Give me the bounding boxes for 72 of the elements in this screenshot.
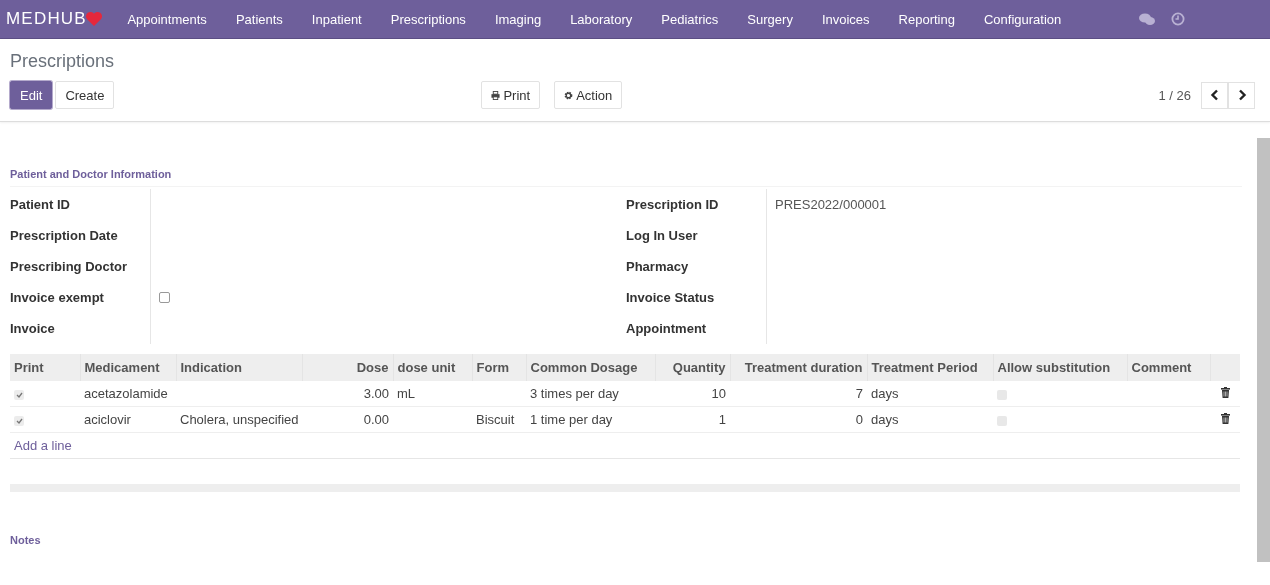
add-line-link[interactable]: Add a line [14, 438, 72, 453]
printer-icon [491, 90, 501, 100]
field-label: Prescription ID [626, 196, 720, 214]
table-cell: 10 [711, 386, 726, 401]
table-cell: 3 times per day [530, 386, 619, 401]
logo-text[interactable]: MEDHUB [6, 9, 87, 29]
chat-icon[interactable] [1138, 12, 1155, 26]
column-header[interactable]: Comment [1127, 354, 1210, 381]
field-label: Prescription Date [10, 227, 119, 245]
menu-item[interactable]: Reporting [884, 11, 970, 27]
menu-item[interactable]: Patients [221, 11, 298, 27]
checkbox[interactable] [159, 292, 170, 303]
field-label: Patient ID [10, 196, 71, 214]
table-cell: days [871, 412, 899, 427]
column-header[interactable]: Common Dosage [526, 354, 655, 381]
heart-icon [84, 11, 103, 27]
table-cell: 1 time per day [530, 412, 613, 427]
chevron-right-icon [1236, 89, 1247, 101]
page-title: Prescriptions [9, 50, 116, 73]
menu-item[interactable]: Appointments [112, 11, 222, 27]
menu-item[interactable]: Invoices [807, 11, 885, 27]
field-value: PRES2022/000001 [775, 196, 887, 214]
clock-icon[interactable] [1170, 12, 1185, 26]
pager-counter: 1 / 26 [1158, 87, 1191, 103]
table-cell: acetazolamide [84, 386, 168, 401]
menu-item[interactable]: Pediatrics [646, 11, 733, 27]
menu-item[interactable]: Imaging [480, 11, 556, 27]
table-cell: 1 [718, 412, 726, 427]
table-cell: 3.00 [363, 386, 389, 401]
column-header[interactable]: dose unit [393, 354, 472, 381]
menu-item[interactable]: Inpatient [297, 11, 377, 27]
table-cell: aciclovir [84, 412, 131, 427]
column-header[interactable]: Treatment Period [867, 354, 993, 381]
menu-item[interactable]: Laboratory [555, 11, 647, 27]
table-cell: 7 [855, 386, 863, 401]
column-header[interactable]: Allow substitution [993, 354, 1127, 381]
field-label: Appointment [626, 320, 708, 338]
column-header[interactable]: Dose [302, 354, 393, 381]
table-cell: 0 [855, 412, 863, 427]
create-button[interactable]: Create [55, 81, 115, 109]
section-title: Notes [10, 534, 42, 546]
field-label: Invoice [10, 320, 56, 338]
trash-icon[interactable] [1220, 413, 1230, 424]
table-cell: days [871, 386, 899, 401]
menu-item[interactable]: Prescriptions [376, 11, 481, 27]
field-label: Prescribing Doctor [10, 258, 129, 276]
table-cell: Cholera, unspecified [180, 412, 299, 427]
print-button[interactable]: Print [481, 81, 541, 109]
scrollbar[interactable] [1257, 138, 1270, 562]
edit-button[interactable]: Edit [10, 81, 53, 109]
field-label: Pharmacy [626, 258, 690, 276]
column-header[interactable]: Treatment duration [730, 354, 867, 381]
action-button[interactable]: Action [554, 81, 623, 109]
table-cell: mL [397, 386, 416, 401]
column-header[interactable]: Medicament [80, 354, 176, 381]
gear-icon [564, 90, 574, 100]
previous-button[interactable] [1201, 81, 1228, 109]
section-title: Patient and Doctor Information [10, 168, 1242, 187]
field-label: Log In User [626, 227, 699, 245]
table-cell: Biscuit [476, 412, 515, 427]
next-button[interactable] [1228, 81, 1255, 109]
menu-item[interactable]: Configuration [969, 11, 1076, 27]
column-header[interactable]: Print [10, 354, 80, 381]
column-header[interactable]: Indication [176, 354, 302, 381]
table-cell: 0.00 [363, 412, 389, 427]
column-header[interactable]: Form [472, 354, 526, 381]
menu-item[interactable]: Surgery [732, 11, 808, 27]
column-header[interactable]: Quantity [655, 354, 730, 381]
chevron-left-icon [1209, 89, 1220, 101]
field-label: Invoice exempt [10, 289, 105, 307]
trash-icon[interactable] [1220, 387, 1230, 398]
field-label: Invoice Status [626, 289, 716, 307]
